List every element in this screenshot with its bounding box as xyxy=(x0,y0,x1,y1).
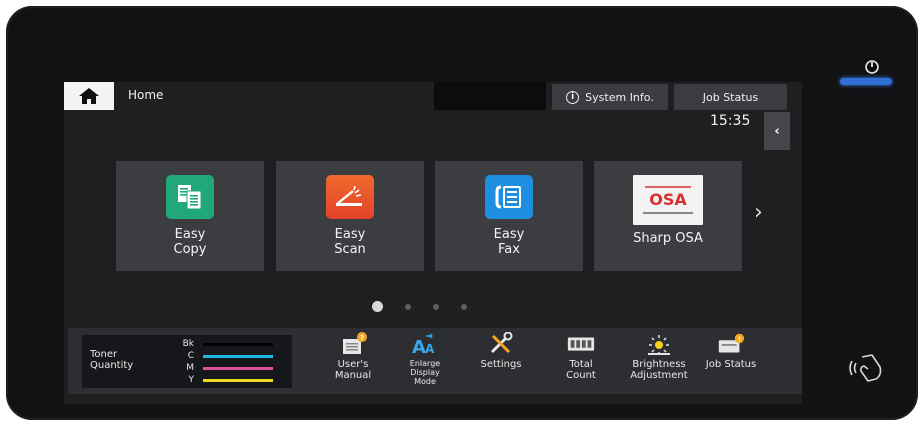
svg-text:!: ! xyxy=(738,335,741,343)
nfc-touch-icon xyxy=(849,354,882,382)
tile-easy-copy[interactable]: Easy Copy xyxy=(116,161,264,271)
toner-row-y: Y xyxy=(182,375,273,385)
settings-icon xyxy=(486,332,516,356)
total-count-icon xyxy=(566,332,596,356)
page-dot[interactable] xyxy=(433,303,439,310)
total-count-label: Total Count xyxy=(566,359,596,381)
printer-control-panel: Home i System Info. Job Status 15:35 ‹ E… xyxy=(6,6,918,420)
next-page-chevron-icon[interactable]: › xyxy=(754,200,763,225)
chevron-left-icon: ‹ xyxy=(774,123,780,139)
page-dot[interactable] xyxy=(372,301,383,312)
tile-label: Easy Scan xyxy=(334,227,366,257)
job-status-label: Job Status xyxy=(702,90,759,104)
clock: 15:35 xyxy=(710,113,751,129)
home-button[interactable] xyxy=(64,82,114,110)
job-status-shortcut-button[interactable]: ! Job Status xyxy=(698,332,764,370)
users-manual-icon: ? xyxy=(338,332,368,356)
settings-label: Settings xyxy=(480,359,522,370)
collapse-tab[interactable]: ‹ xyxy=(764,112,790,150)
enlarge-display-icon: A A xyxy=(410,332,440,356)
toner-row-bk: Bk xyxy=(182,339,273,349)
brightness-adjustment-button[interactable]: Brightness Adjustment xyxy=(626,332,692,381)
svg-text:OSA: OSA xyxy=(649,190,687,209)
info-icon: i xyxy=(566,90,580,104)
toner-row-m: M xyxy=(182,363,273,373)
tile-easy-scan[interactable]: Easy Scan xyxy=(276,161,424,271)
tile-label: Easy Copy xyxy=(173,227,207,257)
brightness-icon xyxy=(644,332,674,356)
total-count-button[interactable]: Total Count xyxy=(548,332,614,381)
tile-easy-fax[interactable]: Easy Fax xyxy=(435,161,583,271)
copy-icon xyxy=(166,175,214,219)
users-manual-button[interactable]: ? User's Manual xyxy=(320,332,386,381)
home-label: Home xyxy=(128,88,164,102)
svg-text:?: ? xyxy=(360,334,364,342)
tile-label: Easy Fax xyxy=(493,227,525,257)
sharp-osa-icon: OSA xyxy=(633,175,703,225)
tile-sharp-osa[interactable]: OSA Sharp OSA xyxy=(594,161,742,271)
svg-text:A: A xyxy=(425,342,435,356)
toner-title: Toner Quantity xyxy=(90,349,134,371)
power-indicator-led xyxy=(840,78,892,85)
page-dot[interactable] xyxy=(405,303,411,310)
power-icon[interactable] xyxy=(864,59,880,75)
svg-text:A: A xyxy=(412,337,426,356)
system-info-label: System Info. xyxy=(585,90,654,104)
job-status-button[interactable]: Job Status xyxy=(674,84,787,110)
home-icon xyxy=(79,88,99,104)
touch-screen: Home i System Info. Job Status 15:35 ‹ E… xyxy=(64,82,802,404)
system-info-button[interactable]: i System Info. xyxy=(552,84,668,110)
toner-quantity-panel[interactable]: Toner Quantity Bk C M Y xyxy=(82,335,292,388)
enlarge-display-button[interactable]: A A Enlarge Display Mode xyxy=(392,332,458,386)
scan-icon xyxy=(326,175,374,219)
enlarge-display-label: Enlarge Display Mode xyxy=(409,359,441,386)
top-bar: Home i System Info. Job Status xyxy=(64,82,802,110)
job-status-icon: ! xyxy=(716,332,746,356)
tile-label: Sharp OSA xyxy=(633,231,703,246)
users-manual-label: User's Manual xyxy=(334,359,372,381)
settings-button[interactable]: Settings xyxy=(468,332,534,370)
message-area xyxy=(434,82,546,110)
toner-row-c: C xyxy=(182,351,273,361)
page-indicator xyxy=(372,301,467,312)
bottom-bar: Toner Quantity Bk C M Y ? User's Manual … xyxy=(68,328,802,394)
brightness-adjustment-label: Brightness Adjustment xyxy=(630,359,688,381)
page-dot[interactable] xyxy=(461,303,467,310)
fax-icon xyxy=(485,175,533,219)
job-status-shortcut-label: Job Status xyxy=(705,359,757,370)
